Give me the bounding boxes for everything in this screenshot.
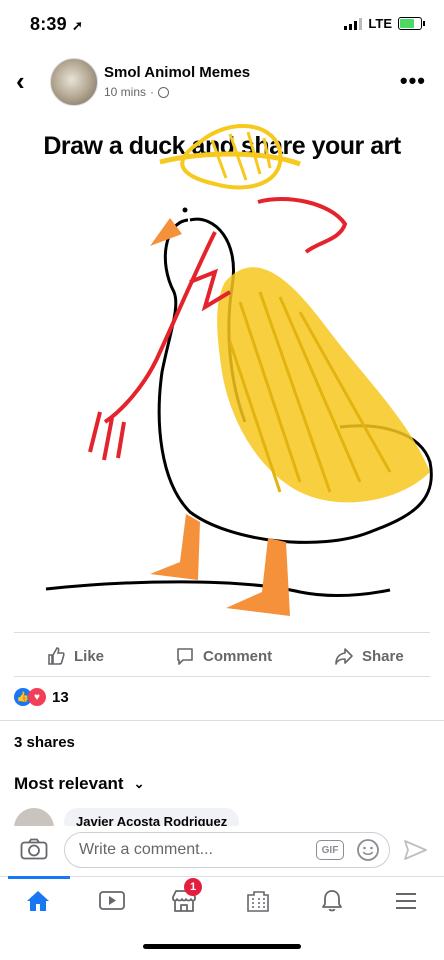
tab-menu[interactable]: [386, 884, 426, 918]
status-time: 8:39 ➚: [30, 14, 83, 35]
status-time-text: 8:39: [30, 14, 67, 34]
notification-badge: 1: [184, 878, 202, 896]
comment-sort-dropdown[interactable]: Most relevant ⌄: [14, 774, 145, 794]
share-button[interactable]: Share: [334, 646, 404, 666]
status-indicators: LTE: [344, 16, 425, 31]
comment-sort-label: Most relevant: [14, 774, 124, 793]
post-meta: 10 mins ·: [104, 85, 170, 99]
page-avatar[interactable]: [50, 58, 98, 106]
globe-icon: [158, 86, 170, 98]
bottom-tab-bar: [0, 876, 444, 929]
comment-button[interactable]: Comment: [175, 646, 272, 666]
love-reaction-icon: ♥: [28, 688, 46, 706]
video-play-icon: [99, 891, 125, 910]
divider-top: [14, 632, 430, 633]
more-options-icon[interactable]: •••: [400, 68, 426, 94]
hamburger-menu-icon: [396, 893, 416, 909]
tab-marketplace[interactable]: 1: [164, 878, 204, 918]
comment-placeholder: Write a comment...: [79, 841, 213, 858]
thumbs-up-icon: [48, 647, 65, 665]
home-icon: [27, 891, 49, 911]
tab-pages[interactable]: [238, 884, 278, 918]
home-indicator: [143, 944, 301, 949]
reaction-count: 13: [52, 688, 69, 706]
chevron-down-icon: ⌄: [133, 776, 145, 791]
pages-flag-icon: [247, 891, 269, 912]
post-image[interactable]: Draw a duck and share your art: [0, 122, 444, 622]
tab-notifications[interactable]: [312, 884, 352, 918]
meta-separator: ·: [150, 85, 155, 99]
tab-watch[interactable]: [92, 884, 132, 918]
bell-icon: [322, 890, 342, 912]
share-label: Share: [362, 647, 404, 665]
comment-label: Comment: [203, 647, 273, 665]
emoji-icon[interactable]: [356, 838, 380, 862]
back-arrow-icon[interactable]: ‹: [16, 66, 25, 97]
page-name[interactable]: Smol Animol Memes: [104, 64, 250, 81]
shares-count[interactable]: 3 shares: [14, 734, 75, 751]
gif-button[interactable]: GIF: [316, 840, 344, 860]
send-icon[interactable]: [402, 838, 428, 862]
divider-bottom: [14, 676, 430, 677]
location-arrow-icon: ➚: [72, 18, 84, 33]
reactions-summary[interactable]: 👍 ♥ 13: [14, 688, 69, 706]
duck-drawing: [45, 124, 433, 616]
battery-icon: [398, 17, 425, 30]
network-label: LTE: [368, 16, 392, 31]
like-button[interactable]: Like: [46, 646, 104, 666]
post-time[interactable]: 10 mins: [104, 85, 146, 99]
share-arrow-icon: [335, 648, 353, 665]
divider-reactions: [0, 720, 444, 721]
signal-icon: [344, 17, 363, 30]
like-label: Like: [74, 647, 105, 665]
camera-icon[interactable]: [20, 838, 48, 860]
tab-home[interactable]: [18, 884, 58, 918]
active-tab-indicator: [8, 876, 70, 879]
comment-icon: [177, 648, 193, 665]
